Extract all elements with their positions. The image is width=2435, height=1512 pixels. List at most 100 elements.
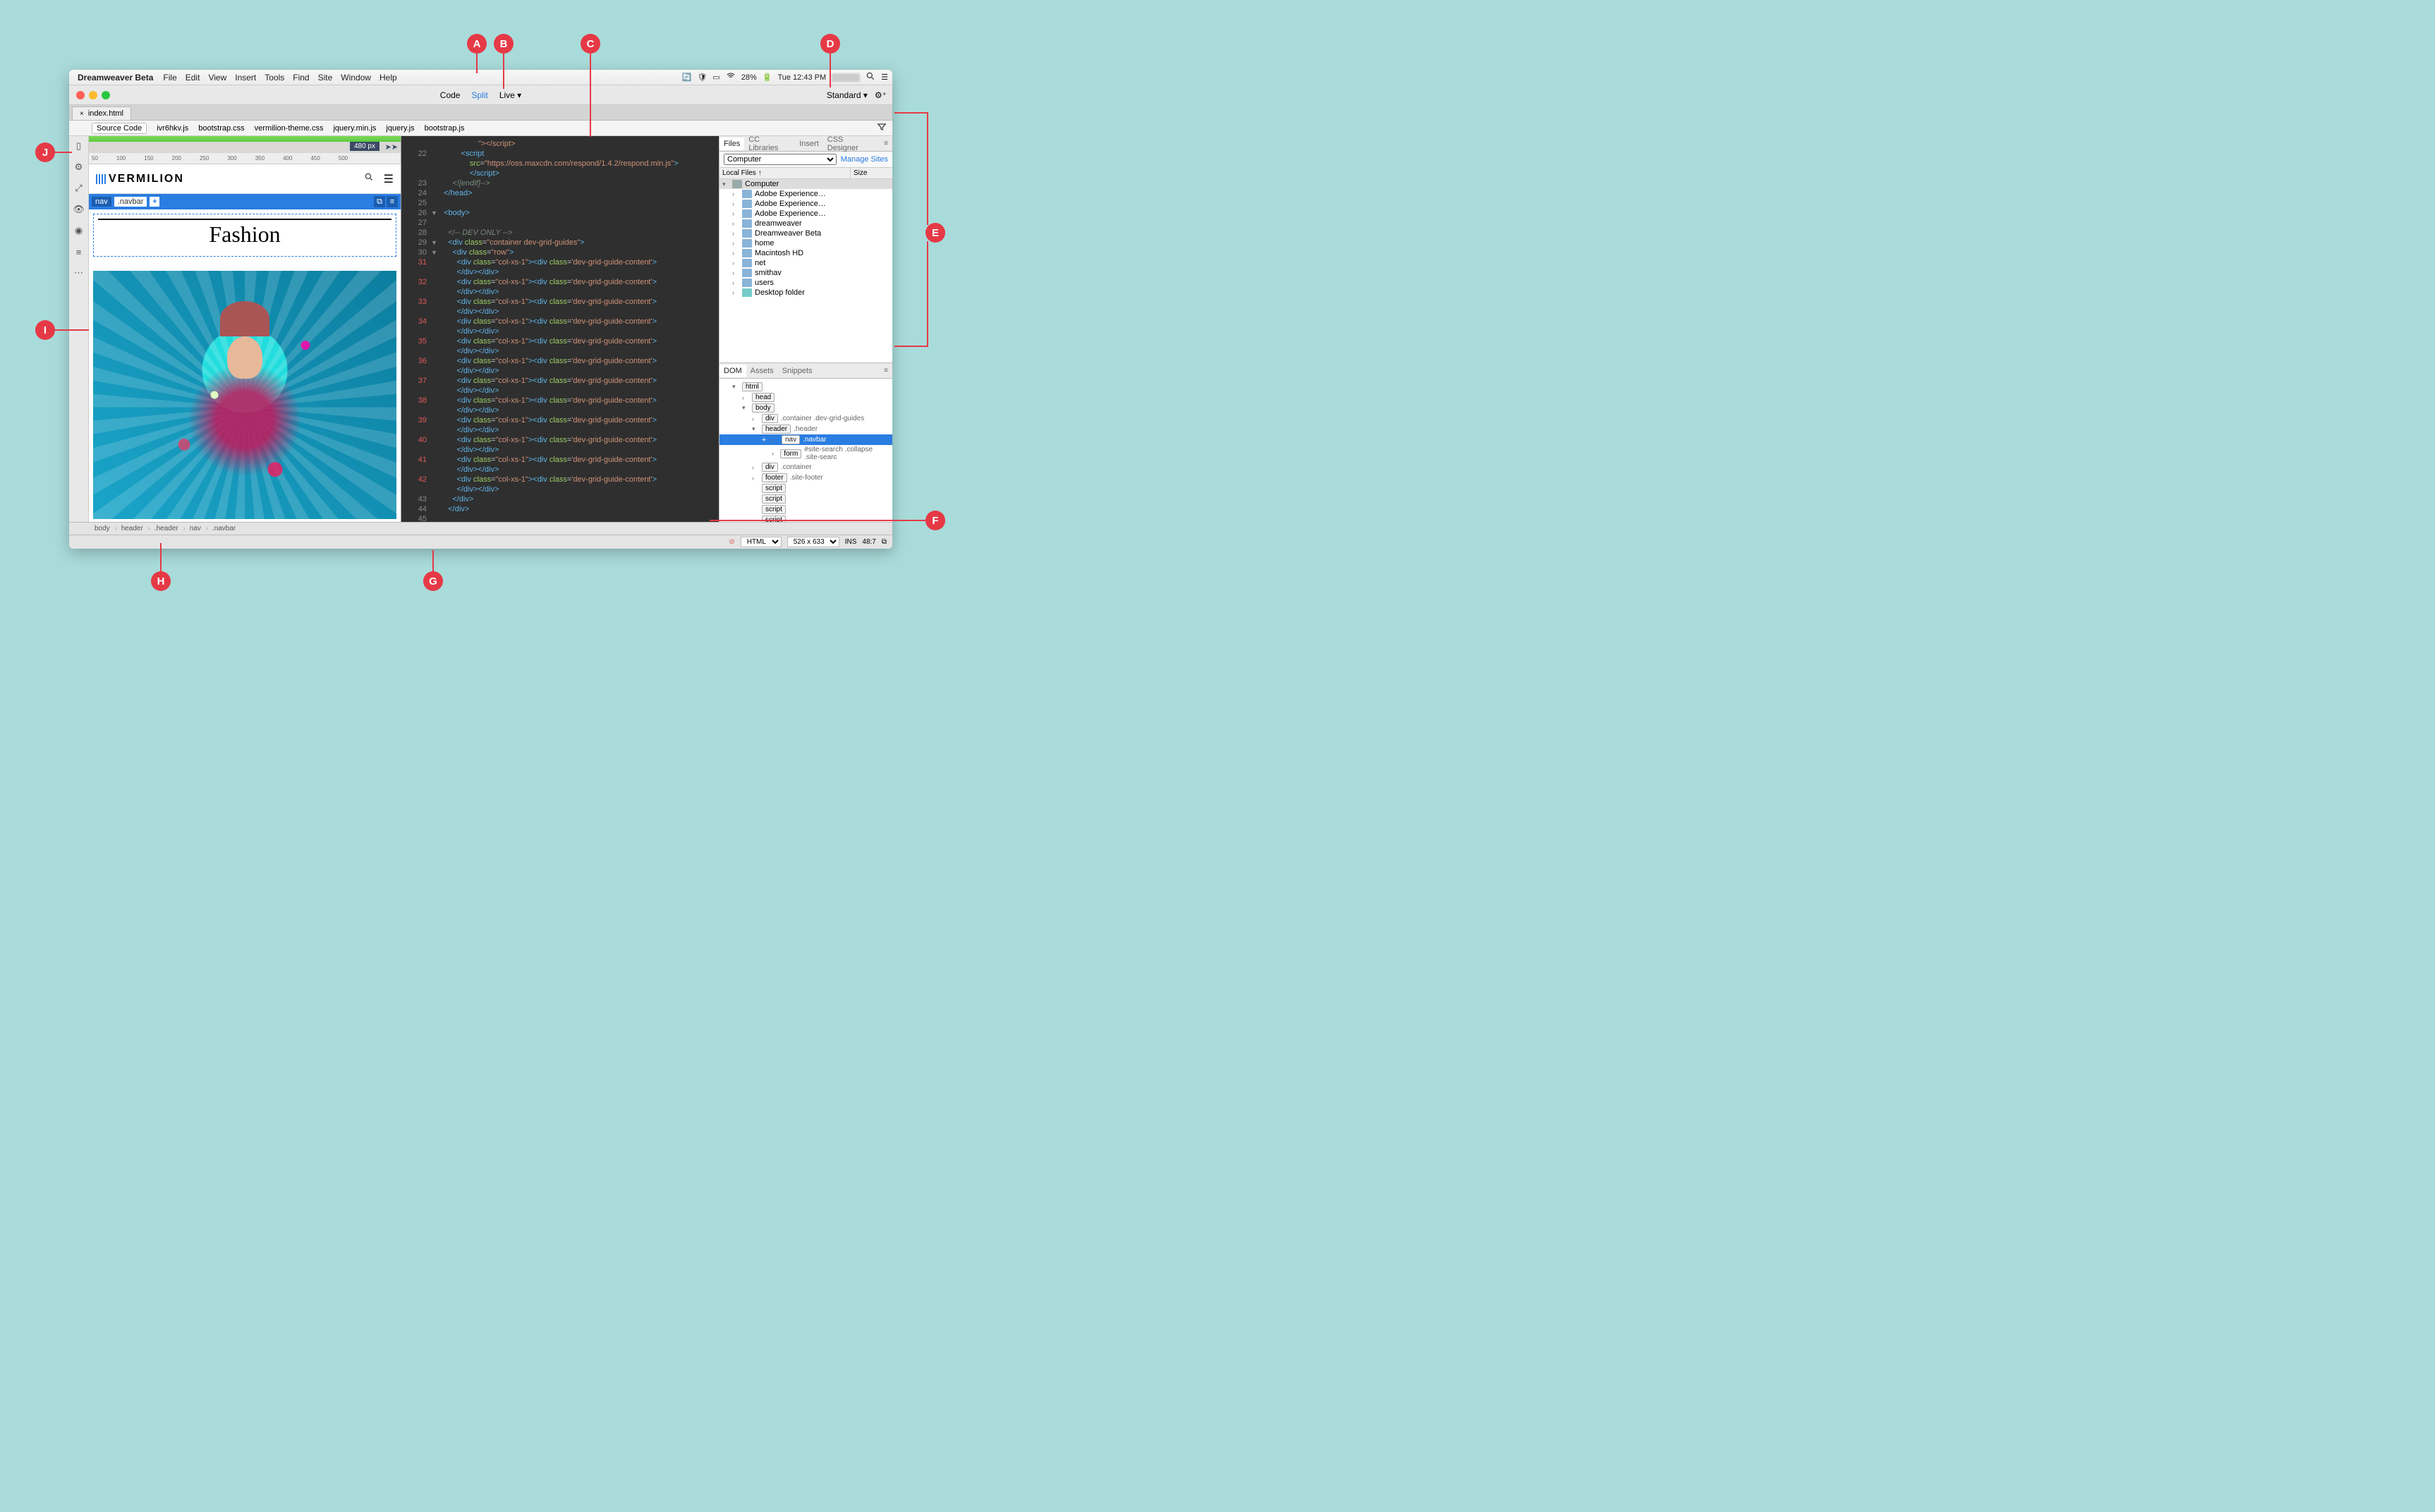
- menu-help[interactable]: Help: [379, 73, 397, 83]
- dom-node[interactable]: ▾body: [719, 403, 892, 413]
- code-content[interactable]: <script: [439, 149, 719, 159]
- media-query-bar[interactable]: [89, 136, 401, 142]
- sync-settings-icon[interactable]: ⚙⁺: [875, 90, 887, 100]
- file-tree-node[interactable]: ›smithav: [719, 268, 892, 278]
- file-tree-node[interactable]: ›dreamweaver: [719, 219, 892, 228]
- menu-tools[interactable]: Tools: [265, 73, 284, 83]
- panel-tab-snippets[interactable]: Snippets: [778, 365, 817, 377]
- code-line[interactable]: </div></div>: [401, 445, 719, 455]
- dom-node[interactable]: ›head: [719, 392, 892, 403]
- code-content[interactable]: <div class="col-xs-1"><div class='dev-gr…: [439, 396, 719, 406]
- code-content[interactable]: <div class="col-xs-1"><div class='dev-gr…: [439, 277, 719, 287]
- panel-tab-insert[interactable]: Insert: [795, 138, 823, 150]
- code-line[interactable]: </div></div>: [401, 307, 719, 317]
- wifi-icon[interactable]: [726, 71, 736, 83]
- tag-crumb[interactable]: .navbar: [207, 525, 241, 532]
- code-content[interactable]: <!-- DEV ONLY -->: [439, 228, 719, 238]
- fold-icon[interactable]: ▼: [431, 208, 439, 218]
- fold-icon[interactable]: [431, 356, 439, 366]
- chevron-icon[interactable]: ›: [752, 415, 759, 422]
- tag-crumb[interactable]: .header: [149, 525, 184, 532]
- code-content[interactable]: "></script>: [439, 139, 719, 149]
- related-file[interactable]: bootstrap.js: [425, 124, 465, 133]
- related-file[interactable]: jquery.min.js: [333, 124, 376, 133]
- dom-node[interactable]: ▾header.header: [719, 424, 892, 434]
- code-line[interactable]: 27: [401, 218, 719, 228]
- code-line[interactable]: 31 <div class="col-xs-1"><div class='dev…: [401, 257, 719, 267]
- menu-list-icon[interactable]: ☰: [881, 73, 888, 82]
- dom-node[interactable]: ›div.container .dev-grid-guides: [719, 413, 892, 424]
- code-line[interactable]: 22 <script: [401, 149, 719, 159]
- eye-icon[interactable]: 👁: [73, 204, 85, 215]
- code-line[interactable]: 25: [401, 198, 719, 208]
- code-line[interactable]: 36 <div class="col-xs-1"><div class='dev…: [401, 356, 719, 366]
- fold-icon[interactable]: [431, 386, 439, 396]
- code-content[interactable]: </div></div>: [439, 267, 719, 277]
- settings-icon[interactable]: ⚙: [73, 161, 85, 173]
- chevron-icon[interactable]: ▾: [742, 404, 749, 412]
- minimize-window-button[interactable]: [89, 91, 97, 99]
- filter-icon[interactable]: [877, 122, 887, 134]
- panel-tab-dom[interactable]: DOM: [719, 365, 746, 377]
- fold-icon[interactable]: [431, 228, 439, 238]
- code-line[interactable]: </div></div>: [401, 366, 719, 376]
- menu-find[interactable]: Find: [293, 73, 309, 83]
- fold-icon[interactable]: [431, 504, 439, 514]
- site-dropdown[interactable]: Computer: [724, 154, 837, 165]
- chevron-icon[interactable]: ›: [732, 269, 739, 276]
- fold-icon[interactable]: [431, 435, 439, 445]
- code-line[interactable]: </div></div>: [401, 484, 719, 494]
- chevron-icon[interactable]: ›: [742, 394, 749, 401]
- fold-icon[interactable]: [431, 317, 439, 327]
- chevron-icon[interactable]: ›: [732, 220, 739, 227]
- dom-node[interactable]: ▾html: [719, 382, 892, 392]
- code-content[interactable]: </div></div>: [439, 445, 719, 455]
- code-line[interactable]: 35 <div class="col-xs-1"><div class='dev…: [401, 336, 719, 346]
- error-icon[interactable]: ⊘: [729, 538, 734, 546]
- workspace-switcher[interactable]: Standard ▾: [827, 90, 868, 100]
- fold-icon[interactable]: [431, 406, 439, 415]
- dom-tree[interactable]: ▾html›head▾body›div.container .dev-grid-…: [719, 379, 892, 528]
- code-content[interactable]: </div></div>: [439, 366, 719, 376]
- code-line[interactable]: </div></div>: [401, 287, 719, 297]
- selected-class[interactable]: .navbar: [114, 197, 147, 207]
- view-live[interactable]: Live ▾: [499, 90, 521, 100]
- code-content[interactable]: </div></div>: [439, 287, 719, 297]
- related-file[interactable]: bootstrap.css: [198, 124, 244, 133]
- shield-icon[interactable]: 🛡: [697, 73, 707, 82]
- code-line[interactable]: 38 <div class="col-xs-1"><div class='dev…: [401, 396, 719, 406]
- code-line[interactable]: 28 <!-- DEV ONLY -->: [401, 228, 719, 238]
- search-icon[interactable]: [364, 172, 374, 186]
- chevron-icon[interactable]: ›: [732, 200, 739, 207]
- code-content[interactable]: <div class="col-xs-1"><div class='dev-gr…: [439, 297, 719, 307]
- fold-icon[interactable]: [431, 366, 439, 376]
- file-tree-node[interactable]: ›Macintosh HD: [719, 248, 892, 258]
- fold-icon[interactable]: [431, 425, 439, 435]
- dom-node[interactable]: ›div.container: [719, 462, 892, 472]
- code-content[interactable]: <div class="col-xs-1"><div class='dev-gr…: [439, 257, 719, 267]
- close-window-button[interactable]: [76, 91, 85, 99]
- code-content[interactable]: [439, 198, 719, 208]
- code-line[interactable]: 32 <div class="col-xs-1"><div class='dev…: [401, 277, 719, 287]
- code-content[interactable]: <div class="col-xs-1"><div class='dev-gr…: [439, 376, 719, 386]
- view-split[interactable]: Split: [471, 90, 487, 100]
- col-size[interactable]: Size: [850, 168, 892, 178]
- add-node-button[interactable]: +: [759, 436, 769, 444]
- code-content[interactable]: </div></div>: [439, 484, 719, 494]
- code-line[interactable]: </script>: [401, 169, 719, 178]
- chevron-icon[interactable]: ▾: [732, 383, 739, 391]
- view-code[interactable]: Code: [440, 90, 461, 100]
- spotlight-icon[interactable]: [866, 71, 875, 83]
- code-line[interactable]: </div></div>: [401, 386, 719, 396]
- code-line[interactable]: 42 <div class="col-xs-1"><div class='dev…: [401, 475, 719, 484]
- code-content[interactable]: [439, 514, 719, 522]
- file-tree-node[interactable]: ›Desktop folder: [719, 288, 892, 298]
- fold-icon[interactable]: [431, 277, 439, 287]
- code-content[interactable]: </script>: [439, 169, 719, 178]
- chevron-icon[interactable]: ›: [732, 240, 739, 247]
- app-name[interactable]: Dreamweaver Beta: [78, 73, 153, 83]
- code-content[interactable]: [439, 218, 719, 228]
- menu-file[interactable]: File: [163, 73, 176, 83]
- fold-icon[interactable]: [431, 257, 439, 267]
- menu-site[interactable]: Site: [318, 73, 333, 83]
